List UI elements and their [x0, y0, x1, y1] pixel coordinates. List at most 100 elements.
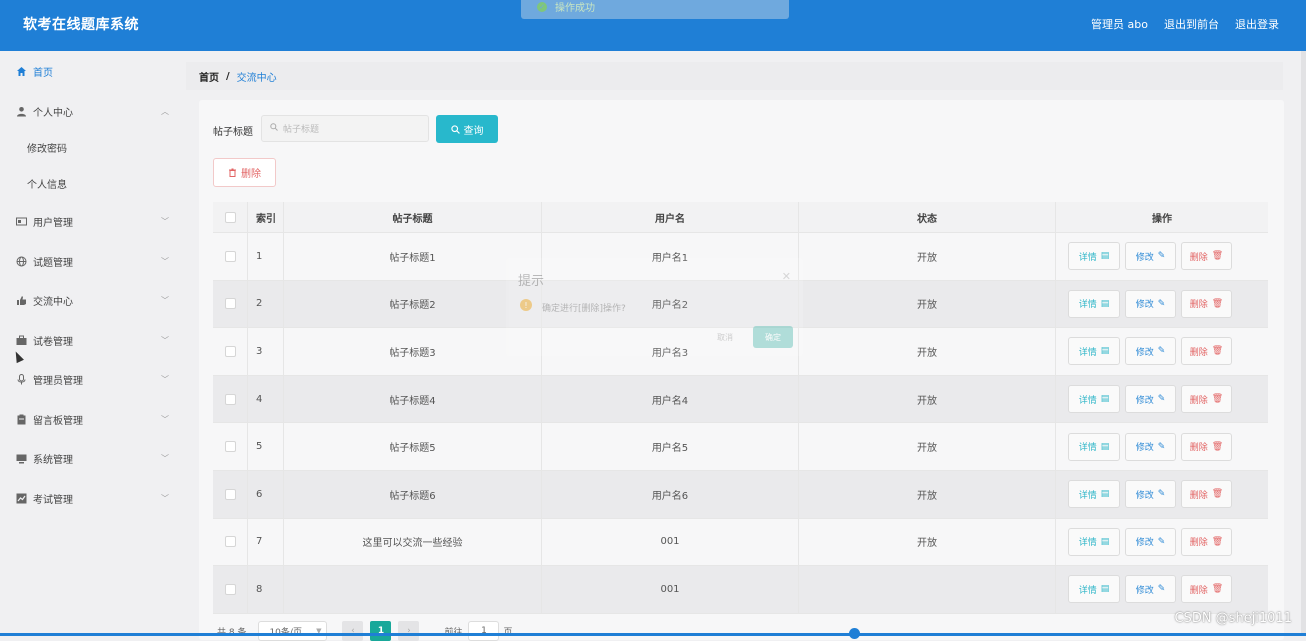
- sidebar-item-personal-center[interactable]: 个人中心 ︿: [0, 99, 186, 123]
- trash-icon: 🗑: [1211, 584, 1224, 595]
- cell-ops: 详情 ▤ 修改 ✎ 删除 🗑: [1056, 471, 1268, 518]
- row-checkbox[interactable]: [224, 583, 236, 595]
- detail-button[interactable]: 详情 ▤: [1068, 527, 1120, 556]
- dialog-confirm-button[interactable]: 确定: [753, 326, 793, 348]
- chevron-down-icon: ﹀: [161, 256, 169, 266]
- chevron-down-icon: ﹀: [161, 414, 169, 424]
- pencil-icon: ✎: [1157, 536, 1166, 547]
- sidebar-item-user-management[interactable]: 用户管理 ﹀: [0, 209, 186, 233]
- row-delete-button[interactable]: 删除 🗑: [1181, 480, 1232, 509]
- edit-button[interactable]: 修改 ✎: [1125, 480, 1176, 509]
- sidebar-item-label: 个人信息: [27, 179, 67, 191]
- cell-index: 2: [248, 280, 284, 328]
- edit-label: 修改: [1135, 443, 1154, 454]
- document-icon: ▤: [1100, 346, 1110, 357]
- row-delete-button[interactable]: 删除 🗑: [1181, 575, 1232, 604]
- bulk-delete-button[interactable]: 删除: [213, 158, 276, 187]
- pencil-icon: ✎: [1157, 489, 1166, 500]
- next-page-button[interactable]: ›: [398, 621, 420, 641]
- sidebar-item-label: 修改密码: [27, 143, 67, 155]
- page-scrollbar[interactable]: [1301, 51, 1306, 636]
- header-status: 状态: [799, 202, 1056, 232]
- detail-button[interactable]: 详情 ▤: [1068, 337, 1120, 366]
- row-delete-button[interactable]: 删除 🗑: [1181, 337, 1232, 366]
- cell-user: 001: [542, 518, 799, 566]
- row-checkbox[interactable]: [224, 298, 236, 310]
- row-delete-button[interactable]: 删除 🗑: [1181, 527, 1232, 556]
- header-ops: 操作: [1152, 213, 1172, 225]
- row-checkbox[interactable]: [224, 488, 236, 500]
- sidebar-item-label: 首页: [33, 67, 53, 79]
- delete-label: 删除: [1189, 538, 1208, 549]
- row-delete-button[interactable]: 删除 🗑: [1181, 289, 1232, 318]
- document-icon: ▤: [1100, 584, 1110, 595]
- edit-button[interactable]: 修改 ✎: [1125, 242, 1176, 271]
- dialog-cancel-button[interactable]: 取消: [705, 326, 745, 348]
- edit-label: 修改: [1135, 300, 1154, 311]
- breadcrumb-home[interactable]: 首页: [199, 69, 219, 84]
- sidebar-item-question-management[interactable]: 试题管理 ﹀: [0, 249, 186, 273]
- logout-link[interactable]: 退出登录: [1235, 16, 1279, 32]
- row-checkbox[interactable]: [224, 441, 236, 453]
- page-size-select[interactable]: 10条/页 ▼: [258, 621, 328, 641]
- row-delete-button[interactable]: 删除 🗑: [1181, 385, 1232, 414]
- row-delete-button[interactable]: 删除 🗑: [1181, 432, 1232, 461]
- page-number-current[interactable]: 1: [370, 621, 392, 641]
- detail-button[interactable]: 详情 ▤: [1068, 242, 1120, 271]
- cell-ops: 详情 ▤ 修改 ✎ 删除 🗑: [1056, 423, 1268, 470]
- sidebar-item-admin-management[interactable]: 管理员管理 ﹀: [0, 367, 186, 391]
- edit-label: 修改: [1135, 538, 1154, 549]
- sidebar-item-change-password[interactable]: 修改密码: [0, 135, 186, 159]
- pencil-icon: ✎: [1157, 298, 1166, 309]
- chevron-down-icon: ﹀: [161, 374, 169, 384]
- cell-user: 001: [542, 566, 799, 613]
- cell-title: 帖子标题1: [284, 233, 542, 280]
- query-button[interactable]: 查询: [436, 115, 498, 143]
- close-icon[interactable]: ✕: [782, 270, 791, 283]
- edit-button[interactable]: 修改 ✎: [1125, 385, 1176, 414]
- edit-button[interactable]: 修改 ✎: [1125, 527, 1176, 556]
- delete-label: 删除: [1189, 490, 1208, 501]
- edit-button[interactable]: 修改 ✎: [1125, 432, 1176, 461]
- sidebar-item-exam-management[interactable]: 考试管理 ﹀: [0, 486, 186, 510]
- row-checkbox[interactable]: [224, 250, 236, 262]
- sidebar-item-exchange-center[interactable]: 交流中心 ﹀: [0, 288, 186, 312]
- detail-button[interactable]: 详情 ▤: [1068, 289, 1120, 318]
- detail-button[interactable]: 详情 ▤: [1068, 432, 1120, 461]
- admin-user-link[interactable]: 管理员 abo: [1091, 16, 1148, 32]
- detail-button[interactable]: 详情 ▤: [1068, 385, 1120, 414]
- row-checkbox[interactable]: [224, 345, 236, 357]
- sidebar-item-paper-management[interactable]: 试卷管理 ﹀: [0, 328, 186, 352]
- goto-page-input[interactable]: 1: [468, 621, 500, 641]
- trash-icon: 🗑: [1211, 346, 1224, 357]
- scroll-handle[interactable]: [849, 628, 860, 639]
- detail-button[interactable]: 详情 ▤: [1068, 575, 1120, 604]
- row-delete-button[interactable]: 删除 🗑: [1181, 242, 1232, 271]
- monitor-icon: [16, 453, 27, 464]
- sidebar-item-home[interactable]: 首页: [0, 59, 186, 83]
- cell-title: 帖子标题6: [284, 470, 542, 518]
- header-links: 管理员 abo 退出到前台 退出登录: [1091, 16, 1279, 32]
- breadcrumb-current: 交流中心: [236, 72, 277, 84]
- search-input[interactable]: 帖子标题: [261, 115, 429, 142]
- select-all-checkbox[interactable]: [224, 211, 236, 223]
- sidebar-item-label: 管理员管理: [33, 375, 83, 387]
- trash-icon: 🗑: [1211, 536, 1224, 547]
- row-checkbox[interactable]: [224, 393, 236, 405]
- edit-button[interactable]: 修改 ✎: [1125, 337, 1176, 366]
- cell-user: 用户名6: [542, 470, 799, 518]
- prev-page-button[interactable]: ‹: [342, 621, 364, 641]
- row-checkbox[interactable]: [224, 536, 236, 548]
- edit-button[interactable]: 修改 ✎: [1125, 289, 1176, 318]
- cell-ops: 详情 ▤ 修改 ✎ 删除 🗑: [1056, 328, 1268, 375]
- search-label: 帖子标题: [213, 127, 253, 138]
- row-select-cell: [213, 566, 248, 613]
- sidebar-item-label: 个人中心: [33, 107, 73, 119]
- detail-button[interactable]: 详情 ▤: [1068, 480, 1120, 509]
- chevron-down-icon: ﹀: [161, 493, 169, 503]
- edit-button[interactable]: 修改 ✎: [1125, 575, 1176, 604]
- sidebar-item-personal-info[interactable]: 个人信息: [0, 171, 186, 195]
- sidebar-item-message-board[interactable]: 留言板管理 ﹀: [0, 407, 186, 431]
- back-to-frontend-link[interactable]: 退出到前台: [1164, 16, 1219, 32]
- sidebar-item-system-management[interactable]: 系统管理 ﹀: [0, 446, 186, 470]
